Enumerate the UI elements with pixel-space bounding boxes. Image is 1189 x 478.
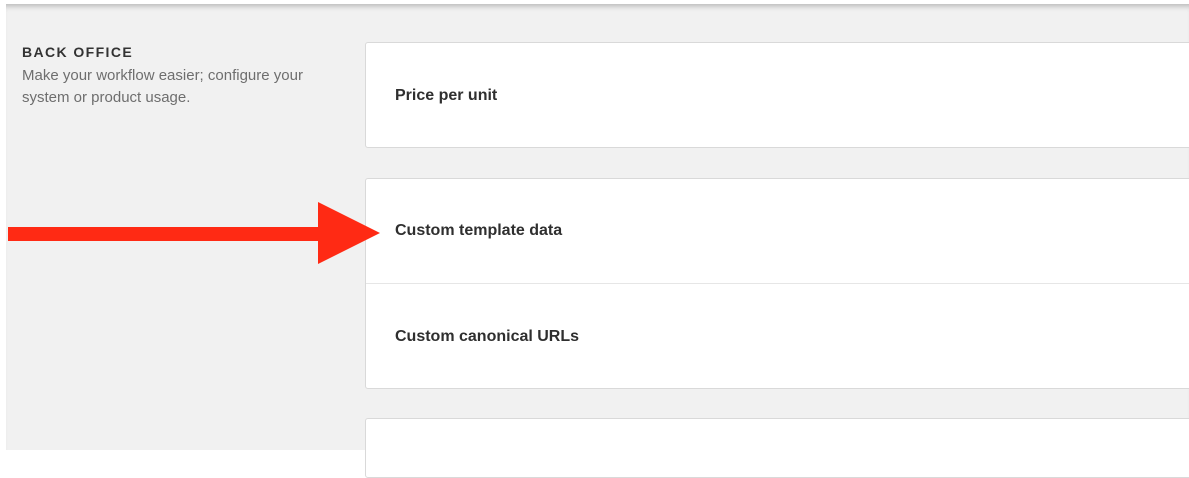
settings-card-next [365,418,1189,478]
arrow-right-icon [8,202,380,264]
setting-price-per-unit[interactable]: Price per unit [366,43,1189,148]
settings-card-price: Price per unit [365,42,1189,148]
section-title: BACK OFFICE [22,44,134,60]
setting-custom-template-data[interactable]: Custom template data [366,179,1189,284]
settings-card-custom: Custom template data Custom canonical UR… [365,178,1189,389]
section-description: Make your workflow easier; configure you… [22,67,303,106]
setting-custom-canonical-urls[interactable]: Custom canonical URLs [366,284,1189,389]
